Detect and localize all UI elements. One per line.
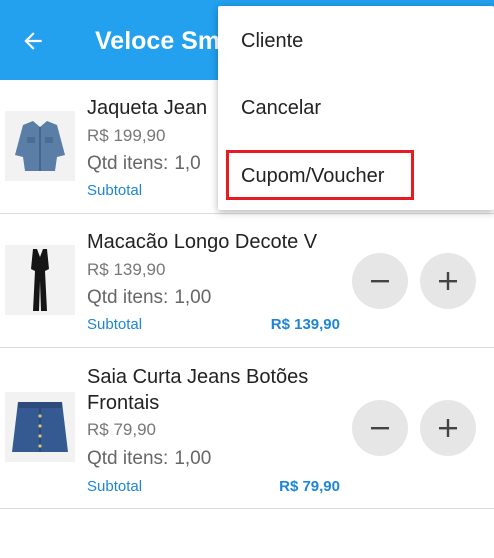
product-quantity: Qtd itens: 1,00 xyxy=(87,287,211,309)
subtotal-label: Subtotal xyxy=(87,182,143,199)
denim-skirt-icon xyxy=(12,402,68,452)
menu-item-cancelar[interactable]: Cancelar xyxy=(241,97,321,120)
decrease-quantity-button[interactable] xyxy=(352,253,408,309)
product-name: Macacão Longo Decote V xyxy=(87,231,318,253)
list-item[interactable]: Macacão Longo Decote V R$ 139,90 Qtd ite… xyxy=(0,214,494,348)
black-jumpsuit-icon xyxy=(31,249,49,311)
subtotal-label: Subtotal xyxy=(87,478,143,495)
quantity-label: Qtd itens: xyxy=(87,448,169,469)
quantity-label: Qtd itens: xyxy=(87,287,169,308)
quantity-value: 1,00 xyxy=(174,448,212,469)
product-name: Saia Curta Jeans Botões Frontais xyxy=(87,366,309,414)
subtotal-value: R$ 139,90 xyxy=(270,316,340,333)
product-price: R$ 79,90 xyxy=(87,420,156,439)
quantity-label: Qtd itens: xyxy=(87,153,169,174)
quantity-value: 1,0 xyxy=(174,153,201,174)
increase-quantity-button[interactable] xyxy=(420,400,476,456)
page-title: Veloce Sm xyxy=(95,27,221,55)
minus-icon xyxy=(371,280,389,283)
denim-jacket-icon xyxy=(15,121,65,171)
plus-icon xyxy=(439,272,457,290)
decrease-quantity-button[interactable] xyxy=(352,400,408,456)
plus-icon xyxy=(439,419,457,437)
product-image xyxy=(5,111,75,181)
product-image xyxy=(5,245,75,315)
product-price: R$ 199,90 xyxy=(87,126,166,145)
arrow-back-icon[interactable] xyxy=(20,28,46,54)
product-image xyxy=(5,392,75,462)
quantity-value: 1,00 xyxy=(174,287,212,308)
subtotal-value: R$ 79,90 xyxy=(279,478,340,495)
highlight-box xyxy=(226,150,414,200)
product-quantity: Qtd itens: 1,0 xyxy=(87,153,201,175)
product-price: R$ 139,90 xyxy=(87,260,166,279)
subtotal-label: Subtotal xyxy=(87,316,143,333)
menu-item-cliente[interactable]: Cliente xyxy=(241,30,303,53)
list-item[interactable]: Saia Curta Jeans Botões Frontais R$ 79,9… xyxy=(0,348,494,509)
minus-icon xyxy=(371,427,389,430)
product-quantity: Qtd itens: 1,00 xyxy=(87,448,211,470)
increase-quantity-button[interactable] xyxy=(420,253,476,309)
